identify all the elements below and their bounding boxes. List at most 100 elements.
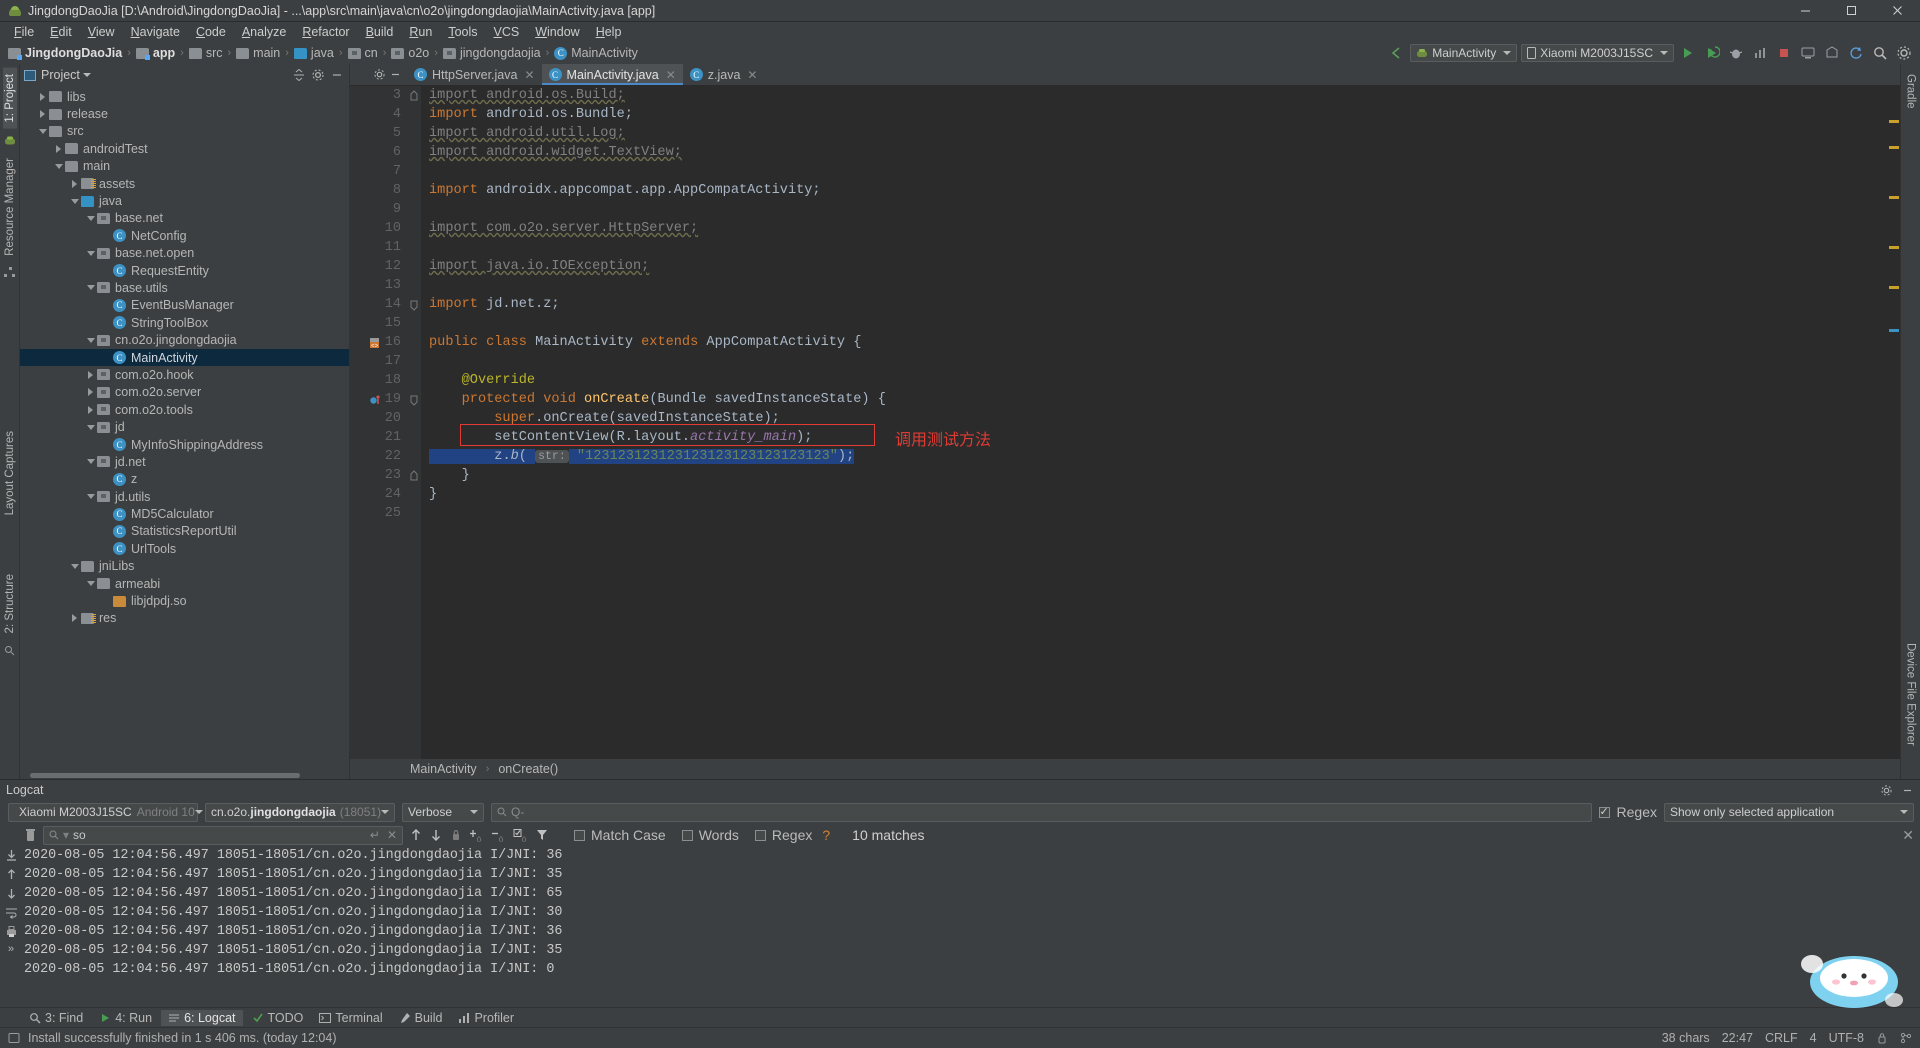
soft-wrap-icon[interactable] xyxy=(5,906,18,919)
select-filter-icon[interactable]: () xyxy=(513,828,529,842)
line-number[interactable]: 22 xyxy=(350,447,407,466)
code-fold-handle[interactable] xyxy=(407,390,421,409)
menu-file[interactable]: File xyxy=(6,24,42,40)
code-line[interactable] xyxy=(421,504,1900,523)
line-number[interactable]: 18 xyxy=(350,371,407,390)
tool-window-tab-build[interactable]: Build xyxy=(392,1010,450,1026)
logcat-search-input[interactable]: ▾ so ↵ ✕ xyxy=(43,825,403,845)
tree-item[interactable]: C NetConfig xyxy=(20,227,349,244)
match-case-checkbox[interactable] xyxy=(574,829,585,841)
code-editor[interactable]: 3 4 5 6 7 8 9 10 11 12 13 14 15 <> 16 17 18 19 20 21 22 23 24 2… xyxy=(350,86,1900,759)
tree-item[interactable]: C StringToolBox xyxy=(20,314,349,331)
words-checkbox[interactable] xyxy=(681,829,693,841)
code-line[interactable]: } xyxy=(421,466,1900,485)
tree-item[interactable]: com.o2o.hook xyxy=(20,366,349,383)
logcat-filter-input[interactable]: Q- xyxy=(491,802,1592,822)
tool-window-tab-6-logcat[interactable]: 6: Logcat xyxy=(161,1009,243,1026)
menu-navigate[interactable]: Navigate xyxy=(123,24,188,40)
chevron-down-icon[interactable] xyxy=(82,73,91,77)
line-number[interactable]: 20 xyxy=(350,409,407,428)
menu-code[interactable]: Code xyxy=(188,24,234,40)
chevron-right-icon[interactable] xyxy=(52,144,65,153)
sync-gradle-icon[interactable] xyxy=(1846,43,1866,63)
chevron-right-icon[interactable] xyxy=(36,110,49,119)
code-line[interactable] xyxy=(421,352,1900,371)
code-line[interactable]: public class MainActivity extends AppCom… xyxy=(421,333,1900,352)
find-regex-checkbox[interactable] xyxy=(754,829,766,841)
menu-vcs[interactable]: VCS xyxy=(486,24,528,40)
menu-tools[interactable]: Tools xyxy=(440,24,485,40)
line-number[interactable]: 6 xyxy=(350,143,407,162)
tool-tab-gradle[interactable]: Gradle xyxy=(1904,68,1918,115)
line-number[interactable]: 4 xyxy=(350,105,407,124)
breadcrumb-item-main[interactable]: main xyxy=(234,46,282,60)
tree-horizontal-scrollbar[interactable] xyxy=(20,772,349,779)
tree-item[interactable]: jd.net xyxy=(20,453,349,470)
line-number[interactable]: 15 xyxy=(350,314,407,333)
filter-funnel-icon[interactable] xyxy=(535,828,550,842)
breadcrumb-item-java[interactable]: java xyxy=(292,46,336,60)
tree-item[interactable]: jd xyxy=(20,418,349,435)
search-everywhere-icon[interactable] xyxy=(1870,43,1890,63)
logcat-level-selector[interactable]: Verbose xyxy=(402,802,484,822)
tree-item[interactable]: C RequestEntity xyxy=(20,262,349,279)
code-line[interactable]: import android.os.Build; xyxy=(421,86,1900,105)
line-number[interactable]: 8 xyxy=(350,181,407,200)
tree-item-selected[interactable]: C MainActivity xyxy=(20,348,349,367)
run-configuration-selector[interactable]: MainActivity xyxy=(1410,44,1518,62)
chevron-right-icon[interactable] xyxy=(36,92,49,101)
code-fold-handle[interactable] xyxy=(407,295,421,314)
tree-item[interactable]: base.utils xyxy=(20,279,349,296)
line-number[interactable]: 24 xyxy=(350,485,407,504)
editor-tab-mainactivity-java[interactable]: C MainActivity.java ✕ xyxy=(541,64,684,85)
tree-item[interactable]: com.o2o.server xyxy=(20,384,349,401)
close-icon[interactable]: ✕ xyxy=(666,68,676,82)
chevron-down-icon[interactable] xyxy=(52,163,65,169)
tree-item[interactable]: java xyxy=(20,192,349,209)
logcat-device-selector[interactable]: Xiaomi M2003J15SC Android 10 xyxy=(8,802,203,822)
chevron-down-icon[interactable] xyxy=(68,563,81,569)
breadcrumb-item-jingdongdaojia[interactable]: jingdongdaojia xyxy=(441,46,543,60)
line-number[interactable]: 23 xyxy=(350,466,407,485)
close-icon[interactable]: ✕ xyxy=(524,68,534,82)
tree-item[interactable]: C MyInfoShippingAddress xyxy=(20,436,349,453)
status-line-separator[interactable]: CRLF xyxy=(1765,1031,1798,1045)
line-number[interactable]: 11 xyxy=(350,238,407,257)
tree-item[interactable]: src xyxy=(20,123,349,140)
code-fold-handle[interactable] xyxy=(407,86,421,105)
menu-view[interactable]: View xyxy=(80,24,123,40)
chevron-down-icon[interactable] xyxy=(84,215,97,221)
line-number[interactable]: 12 xyxy=(350,257,407,276)
chevron-down-icon[interactable] xyxy=(84,337,97,343)
tree-item[interactable]: jd.utils xyxy=(20,488,349,505)
editor-vertical-scrollbar[interactable] xyxy=(1888,86,1900,759)
tree-item[interactable]: com.o2o.tools xyxy=(20,401,349,418)
chevron-down-icon[interactable] xyxy=(84,494,97,500)
code-content[interactable]: import android.os.Build; import android.o… xyxy=(421,86,1900,759)
code-line[interactable]: setContentView(R.layout. activity_main); xyxy=(421,428,1900,447)
menu-build[interactable]: Build xyxy=(358,24,402,40)
tree-item[interactable]: base.net.open xyxy=(20,245,349,262)
chevron-down-icon[interactable] xyxy=(84,459,97,465)
breadcrumb-method[interactable]: onCreate() xyxy=(498,762,558,776)
code-line[interactable]: } xyxy=(421,485,1900,504)
menu-run[interactable]: Run xyxy=(401,24,440,40)
tool-window-tab-4-run[interactable]: 4: Run xyxy=(92,1010,159,1026)
tree-item[interactable]: jniLibs xyxy=(20,558,349,575)
back-arrow-icon[interactable] xyxy=(1386,43,1406,63)
minimize-button[interactable] xyxy=(1782,0,1828,22)
chevron-down-icon[interactable] xyxy=(84,250,97,256)
breadcrumb-class[interactable]: MainActivity xyxy=(410,762,477,776)
tree-item[interactable]: main xyxy=(20,158,349,175)
tree-item[interactable]: libs xyxy=(20,88,349,105)
tree-item[interactable]: release xyxy=(20,105,349,122)
tool-window-tab-profiler[interactable]: Profiler xyxy=(451,1010,521,1026)
maximize-button[interactable] xyxy=(1828,0,1874,22)
settings-gear-icon[interactable] xyxy=(1894,43,1914,63)
chevron-right-icon[interactable] xyxy=(84,405,97,414)
chevron-down-icon[interactable] xyxy=(68,198,81,204)
line-number[interactable]: 17 xyxy=(350,352,407,371)
logcat-scope-selector[interactable]: Show only selected application xyxy=(1664,802,1914,822)
more-options-icon[interactable]: » xyxy=(8,944,15,956)
remove-filter-icon[interactable]: () xyxy=(491,828,507,842)
